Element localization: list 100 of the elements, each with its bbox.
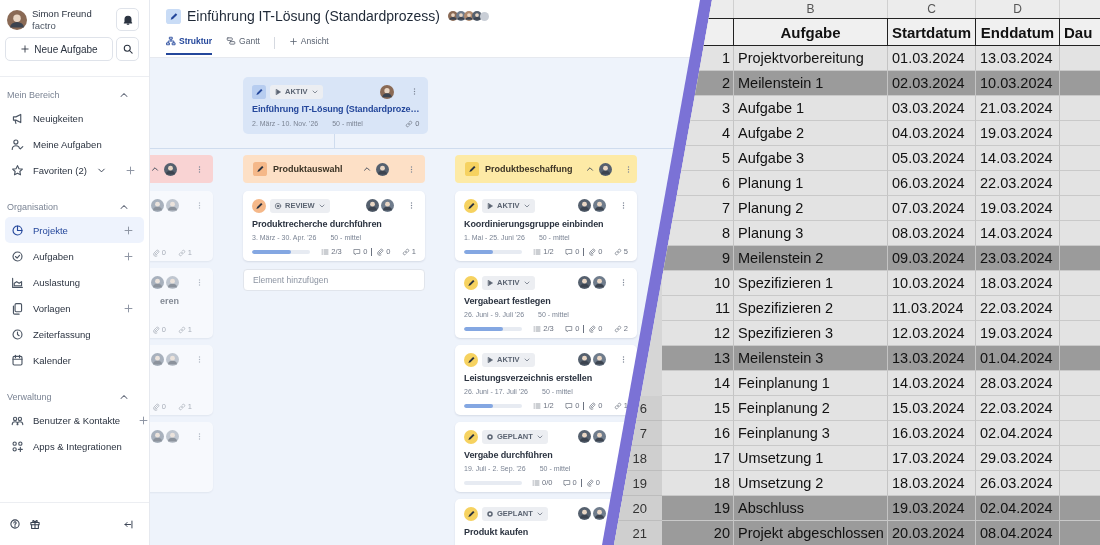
plus-icon[interactable] <box>123 250 134 262</box>
table-cell: 09.03.2024 <box>888 246 976 271</box>
pencil-icon[interactable] <box>464 198 478 213</box>
checklist-icon <box>533 324 542 333</box>
plus-icon[interactable] <box>124 164 136 176</box>
checklist-icon <box>321 247 330 256</box>
user-name: Simon Freund <box>32 8 92 19</box>
chevron-icon[interactable] <box>150 164 160 174</box>
bell-icon <box>121 13 134 26</box>
pencil-icon[interactable] <box>166 8 181 24</box>
avatar <box>593 507 606 520</box>
table-cell: Spezifizieren 3 <box>734 321 888 346</box>
pencil-icon[interactable] <box>252 198 266 213</box>
sidebar-item[interactable]: Projekte <box>5 217 144 243</box>
table-cell: Projekt abgeschlossen <box>734 521 888 545</box>
sidebar-item[interactable]: Vorlagen <box>5 295 144 321</box>
avatar <box>463 11 474 21</box>
gift-icon[interactable] <box>29 518 41 530</box>
comment-icon <box>565 401 574 410</box>
avatar <box>598 162 612 176</box>
table-cell: 19.03.2024 <box>976 121 1060 146</box>
table-cell: 18.03.2024 <box>888 471 976 496</box>
avatar <box>578 199 591 212</box>
table-cell: 05.03.2024 <box>888 146 976 171</box>
column-header: Dau <box>1060 18 1100 46</box>
table-cell: 10.03.2024 <box>888 271 976 296</box>
view-tab[interactable]: Gantt <box>226 35 260 55</box>
notifications-button[interactable] <box>116 8 139 31</box>
sidebar-item[interactable]: Favoriten (2) <box>5 157 144 183</box>
pencil-icon[interactable] <box>252 84 266 99</box>
table-cell: 14.03.2024 <box>888 371 976 396</box>
sidebar-item[interactable]: Benutzer & Kontakte <box>5 407 144 433</box>
add-view-button[interactable]: Ansicht <box>288 35 329 55</box>
table-cell: 02.04.2024 <box>976 496 1060 521</box>
table-cell: Planung 1 <box>734 171 888 196</box>
table-cell: 08.04.2024 <box>976 521 1060 545</box>
progress-bar <box>464 249 522 254</box>
table-cell: 15.03.2024 <box>888 396 976 421</box>
search-button[interactable] <box>116 37 139 61</box>
progress-bar <box>464 326 522 331</box>
avatar <box>164 162 177 176</box>
table-cell: 11.03.2024 <box>888 296 976 321</box>
plus-icon[interactable] <box>123 302 134 314</box>
avatar <box>151 353 164 366</box>
paperclip-icon <box>151 248 160 257</box>
table-cell: Spezifizieren 1 <box>734 271 888 296</box>
table-cell: 9 <box>662 246 734 271</box>
help-icon[interactable] <box>9 518 21 530</box>
status-icon <box>274 201 282 210</box>
view-tab[interactable]: Struktur <box>166 35 213 55</box>
table-cell: 19.03.2024 <box>976 321 1060 346</box>
avatar <box>380 84 395 99</box>
pencil-icon[interactable] <box>464 352 478 367</box>
comment-icon <box>353 247 362 256</box>
avatar <box>447 11 458 21</box>
link-icon <box>177 248 186 257</box>
pencil-icon[interactable] <box>464 275 478 290</box>
sidebar-item[interactable]: Neuigkeiten <box>5 105 144 131</box>
sidebar-item[interactable]: Apps & Integrationen <box>5 433 144 459</box>
paperclip-icon <box>376 247 385 256</box>
table-cell: Aufgabe 1 <box>734 96 888 121</box>
avatar <box>166 353 179 366</box>
link-icon <box>177 402 186 411</box>
apps-icon <box>11 439 24 453</box>
table-cell: 15 <box>662 396 734 421</box>
sidebar-item[interactable]: Aufgaben <box>5 243 144 269</box>
plus-icon[interactable] <box>138 414 150 426</box>
table-cell: 03.03.2024 <box>888 96 976 121</box>
sidebar-item[interactable]: Meine Aufgaben <box>5 131 144 157</box>
table-cell: Spezifizieren 2 <box>734 296 888 321</box>
sidebar-item[interactable]: Auslastung <box>5 269 144 295</box>
table-cell: 22.03.2024 <box>976 396 1060 421</box>
pencil-icon[interactable] <box>464 429 478 444</box>
column-letter: C <box>888 0 976 18</box>
pencil-icon[interactable] <box>464 506 478 521</box>
avatar <box>578 276 591 289</box>
sidebar-item[interactable]: Zeiterfassung <box>5 321 144 347</box>
plus-icon[interactable] <box>123 224 134 236</box>
chevron-icon[interactable] <box>584 164 595 174</box>
avatar <box>166 276 179 289</box>
section-title: Verwaltung <box>7 392 52 402</box>
collapse-icon[interactable] <box>123 518 134 530</box>
sidebar-item[interactable]: Kalender <box>5 347 144 373</box>
pencil-icon[interactable] <box>465 162 479 176</box>
table-cell: 22.03.2024 <box>976 296 1060 321</box>
table-cell: 19.03.2024 <box>888 496 976 521</box>
pencil-icon[interactable] <box>253 162 267 176</box>
progress-bar <box>464 403 522 408</box>
new-task-button[interactable]: Neue Aufgabe <box>5 37 113 61</box>
table-cell: Meilenstein 2 <box>734 246 888 271</box>
column-header[interactable]: Produktauswahl <box>243 155 425 183</box>
avatar <box>166 430 179 443</box>
add-element-field[interactable]: Element hinzufügen <box>243 269 425 291</box>
paperclip-icon <box>588 247 597 256</box>
checklist-icon <box>533 401 542 410</box>
table-cell: 17.03.2024 <box>888 446 976 471</box>
progress-bar <box>252 249 310 254</box>
column-header[interactable]: Produktbeschaffung <box>455 155 637 183</box>
chevron-icon[interactable] <box>362 164 372 174</box>
table-cell: Feinplanung 1 <box>734 371 888 396</box>
